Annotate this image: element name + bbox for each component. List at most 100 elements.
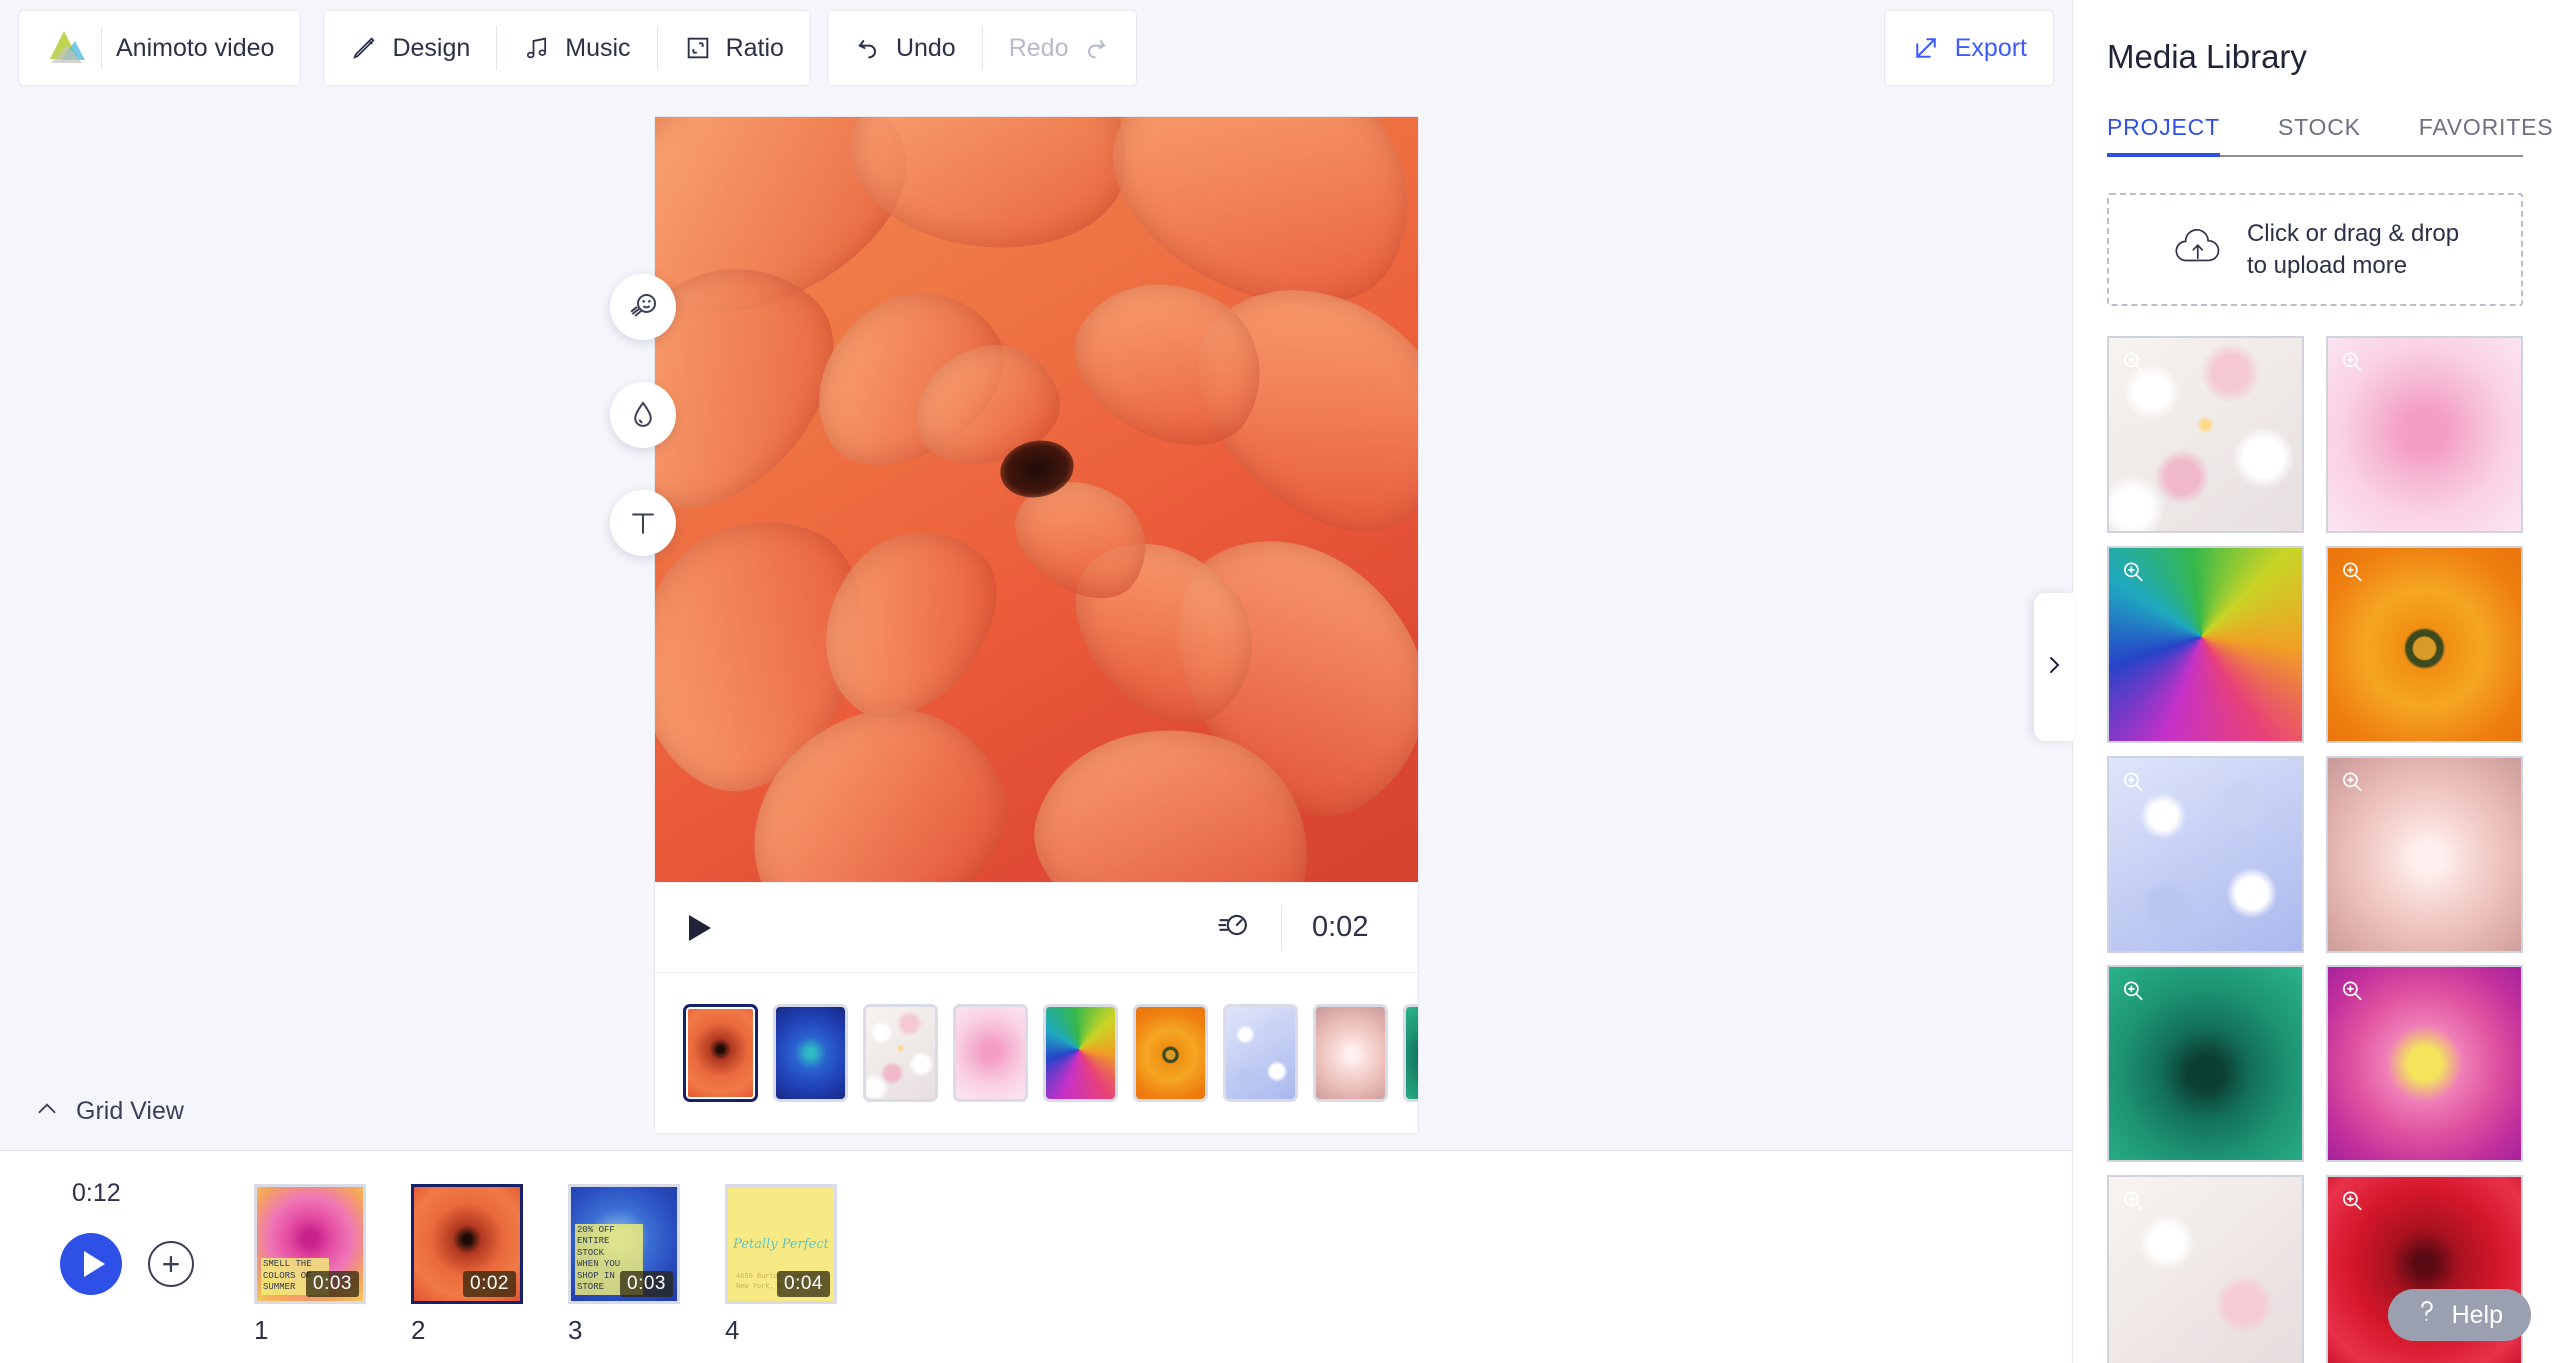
transport-right-group: 0:02	[1217, 904, 1384, 951]
grid-view-label: Grid View	[76, 1097, 184, 1125]
scene-number: 2	[411, 1315, 426, 1345]
media-item-pink-lotus[interactable]	[2326, 965, 2523, 1163]
chevron-up-icon	[34, 1096, 60, 1127]
video-preview-panel: 0:02	[654, 116, 1419, 1134]
media-item-plumeria-cluster[interactable]	[2107, 1175, 2304, 1363]
design-label: Design	[392, 33, 471, 62]
scene-card-title: Petally Perfect	[733, 1237, 829, 1253]
brand-group: Animoto video	[18, 10, 302, 86]
redo-label: Redo	[1008, 33, 1069, 62]
magnify-plus-icon[interactable]	[2339, 349, 2365, 380]
scene-4[interactable]: Petally Perfect 4659 Burton Avenue New Yor…	[725, 1184, 837, 1346]
media-grid	[2107, 336, 2523, 1363]
magnify-plus-icon[interactable]	[2120, 559, 2146, 590]
filmstrip-thumb-orange-dahlia[interactable]	[683, 1004, 758, 1102]
question-mark-icon	[2416, 1299, 2438, 1332]
panel-collapse-button[interactable]	[2034, 593, 2074, 741]
text-icon[interactable]	[610, 490, 676, 556]
magnify-plus-icon[interactable]	[2339, 1188, 2365, 1219]
animoto-editor: Animoto video Design Music Ratio Undo Re…	[0, 0, 2557, 1363]
divider	[101, 26, 102, 70]
help-button[interactable]: Help	[2387, 1289, 2531, 1341]
media-item-pink-rose[interactable]	[2326, 755, 2523, 953]
ratio-label: Ratio	[725, 33, 784, 62]
magnify-plus-icon[interactable]	[2120, 1188, 2146, 1219]
tab-project[interactable]: PROJECT	[2107, 114, 2220, 157]
media-item-pink-peony[interactable]	[2326, 336, 2523, 534]
filmstrip-thumb-blue-mum[interactable]	[773, 1004, 848, 1102]
filmstrip-thumb-plumeria-blossoms[interactable]	[863, 1004, 938, 1102]
undo-arrow-icon	[854, 34, 882, 62]
dropzone-text: Click or drag & drop to upload more	[2247, 218, 2459, 281]
magnify-plus-icon[interactable]	[2120, 978, 2146, 1009]
animoto-logo-icon	[45, 29, 87, 67]
upload-dropzone[interactable]: Click or drag & drop to upload more	[2107, 193, 2523, 307]
play-icon[interactable]	[689, 914, 711, 941]
tab-favorites[interactable]: FAVORITES	[2419, 114, 2554, 155]
redo-arrow-icon	[1082, 34, 1110, 62]
magnify-plus-icon[interactable]	[2339, 769, 2365, 800]
media-item-rainbow-mum[interactable]	[2107, 545, 2304, 743]
export-group: Export	[1883, 10, 2054, 86]
add-scene-button[interactable]: +	[148, 1241, 194, 1287]
undo-button[interactable]: Undo	[828, 10, 982, 86]
filmstrip-thumb-rainbow-mum[interactable]	[1043, 1004, 1118, 1102]
media-item-orange-gazania[interactable]	[2326, 545, 2523, 743]
magnify-plus-icon[interactable]	[2339, 559, 2365, 590]
help-label: Help	[2451, 1300, 2503, 1329]
filmstrip-thumb-pink-rose[interactable]	[1313, 1004, 1388, 1102]
media-library-title: Media Library	[2107, 38, 2307, 75]
color-drop-icon[interactable]	[610, 382, 676, 448]
scene-duration: 0:03	[620, 1271, 673, 1297]
ratio-button[interactable]: Ratio	[658, 10, 810, 86]
redo-button[interactable]: Redo	[983, 10, 1137, 86]
media-item-green-succulent[interactable]	[2107, 965, 2304, 1163]
export-button[interactable]: Export	[1885, 10, 2053, 86]
sticker-icon[interactable]	[610, 274, 676, 340]
aspect-ratio-icon	[684, 34, 712, 62]
media-item-blue-hydrangea[interactable]	[2107, 755, 2304, 953]
design-button[interactable]: Design	[324, 10, 496, 86]
tab-stock[interactable]: STOCK	[2278, 114, 2361, 155]
undo-label: Undo	[895, 33, 956, 62]
scene-number: 4	[725, 1315, 740, 1345]
music-note-icon	[523, 34, 551, 62]
scene-duration: 0:03	[306, 1271, 359, 1297]
scene-number: 1	[254, 1315, 269, 1345]
media-item-plumeria-blossoms[interactable]	[2107, 336, 2304, 534]
scene-3[interactable]: 20% OFF ENTIRE STOCK WHEN YOU SHOP IN STORE…	[568, 1184, 680, 1346]
scene-1[interactable]: SMELL THE COLORS OF SUMMER 0:03 1	[254, 1184, 366, 1346]
external-link-icon	[1911, 33, 1941, 63]
video-canvas[interactable]	[655, 117, 1418, 882]
cloud-upload-icon	[2171, 224, 2225, 275]
history-group: Undo Redo	[826, 10, 1138, 86]
scene-duration: 0:02	[463, 1271, 516, 1297]
dropzone-line1: Click or drag & drop	[2246, 219, 2460, 247]
edit-tools-group: Design Music Ratio	[323, 10, 811, 86]
timeline-bar: 0:12 + SMELL THE COLORS OF SUMMER 0:03 1 0:02…	[0, 1151, 2072, 1363]
magnify-plus-icon[interactable]	[2339, 978, 2365, 1009]
project-title-button[interactable]: Animoto video	[19, 10, 300, 86]
dropzone-line2: to upload more	[2246, 251, 2408, 279]
filmstrip-thumb-pink-peony[interactable]	[953, 1004, 1028, 1102]
scene-2[interactable]: 0:02 2	[411, 1184, 523, 1346]
scene-thumbnail[interactable]: 20% OFF ENTIRE STOCK WHEN YOU SHOP IN STORE…	[568, 1184, 680, 1304]
scene-duration-icon[interactable]	[1217, 908, 1251, 947]
scene-thumbnail[interactable]: 0:02	[411, 1184, 523, 1304]
scene-thumbnail[interactable]: SMELL THE COLORS OF SUMMER 0:03	[254, 1184, 366, 1304]
scene-thumbnail[interactable]: Petally Perfect 4659 Burton Avenue New Yor…	[725, 1184, 837, 1304]
music-button[interactable]: Music	[497, 10, 656, 86]
filmstrip-thumb-blue-hydrangea[interactable]	[1223, 1004, 1298, 1102]
magnify-plus-icon[interactable]	[2120, 349, 2146, 380]
timeline-play-button[interactable]	[60, 1233, 122, 1295]
filmstrip-thumb-orange-gazania[interactable]	[1133, 1004, 1208, 1102]
filmstrip[interactable]	[655, 972, 1418, 1133]
filmstrip-thumb-green-succulent[interactable]	[1403, 1004, 1418, 1102]
magnify-plus-icon[interactable]	[2120, 769, 2146, 800]
project-title-label: Animoto video	[116, 33, 275, 62]
media-library-tabs: PROJECT STOCK FAVORITES	[2107, 114, 2553, 157]
music-label: Music	[565, 33, 631, 62]
pencil-icon	[350, 34, 378, 62]
scene-duration: 0:04	[777, 1271, 830, 1297]
divider	[1281, 904, 1282, 951]
